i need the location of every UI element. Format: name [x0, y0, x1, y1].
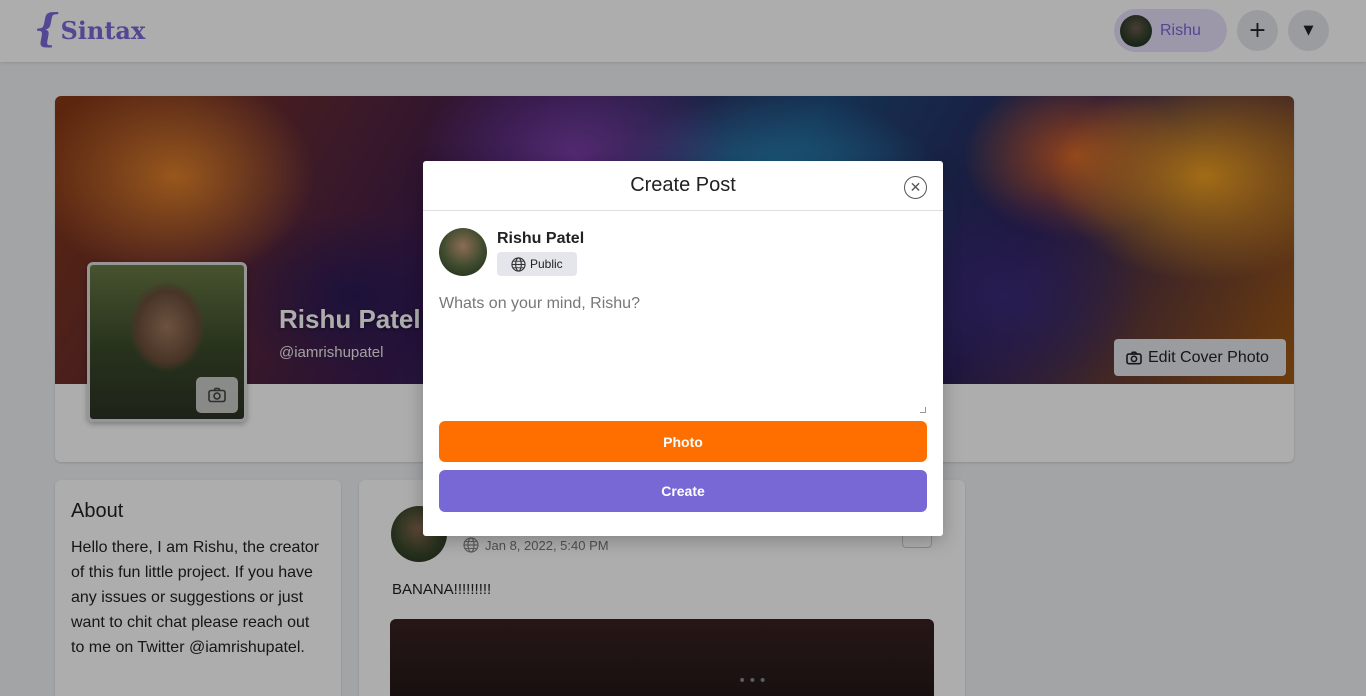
privacy-selector[interactable]: Public — [497, 252, 577, 276]
textarea-resize-handle[interactable] — [920, 407, 926, 413]
dialog-title: Create Post — [630, 174, 736, 196]
avatar — [439, 228, 487, 276]
close-button[interactable]: ✕ — [904, 176, 927, 199]
close-icon: ✕ — [909, 179, 922, 196]
create-post-dialog: Create Post ✕ Rishu Patel Public Photo C… — [423, 161, 943, 536]
post-text-input[interactable] — [439, 295, 927, 415]
globe-icon — [511, 256, 526, 272]
dialog-header: Create Post ✕ — [423, 161, 943, 211]
create-post-button[interactable]: Create — [439, 470, 927, 512]
author-name: Rishu Patel — [497, 230, 585, 247]
privacy-label: Public — [530, 257, 563, 271]
add-photo-button[interactable]: Photo — [439, 421, 927, 462]
